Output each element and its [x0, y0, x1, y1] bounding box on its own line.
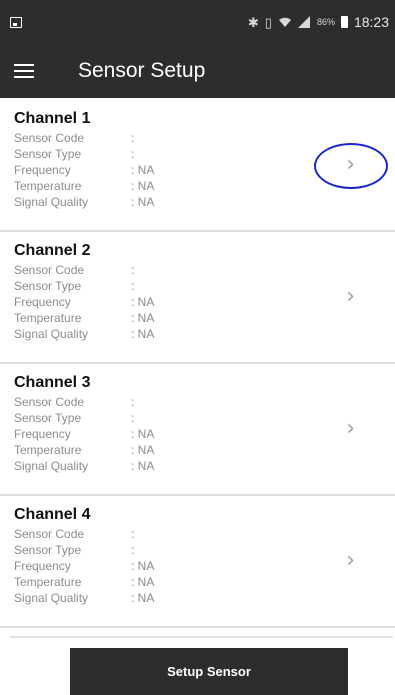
field-value: : NA [131, 559, 155, 573]
channel-title: Channel 4 [14, 506, 91, 523]
field-value: : NA [131, 163, 155, 177]
field-value: : [131, 543, 135, 557]
status-icons: ✱ ▯ 86% 18:23 [248, 14, 389, 30]
field-label: Frequency [14, 163, 71, 177]
signal-quality-row: Signal Quality : NA [14, 194, 395, 210]
field-label: Frequency [14, 559, 71, 573]
field-label: Temperature [14, 575, 82, 589]
channel-item-4[interactable]: Channel 4 Sensor Code: Sensor Type: Freq… [0, 496, 395, 628]
field-value: : NA [131, 179, 155, 193]
signal-quality-row: Signal Quality : NA [14, 590, 395, 606]
battery-percent: 86% [316, 17, 335, 27]
field-value: : NA [131, 591, 155, 605]
list-divider [10, 636, 393, 638]
channel-item-1[interactable]: Channel 1 Sensor Code: Sensor Type: Freq… [0, 100, 395, 232]
temperature-row: Temperature : NA [14, 574, 395, 590]
sensor-code-row: Sensor Code: [14, 262, 395, 278]
sensor-type-row: Sensor Type: [14, 278, 395, 294]
app-toolbar: Sensor Setup [0, 44, 395, 98]
sensor-code-row: Sensor Code: [14, 526, 395, 542]
field-value: : NA [131, 575, 155, 589]
field-value: : NA [131, 311, 155, 325]
field-label: Frequency [14, 295, 71, 309]
field-label: Signal Quality [14, 459, 89, 473]
channel-title: Channel 3 [14, 374, 91, 391]
field-label: Signal Quality [14, 327, 89, 341]
status-time: 18:23 [353, 14, 389, 30]
field-label: Temperature [14, 311, 82, 325]
channel-title: Channel 2 [14, 242, 91, 259]
channel-item-2[interactable]: Channel 2 Sensor Code: Sensor Type: Freq… [0, 232, 395, 364]
field-label: Sensor Type [14, 279, 82, 293]
field-label: Sensor Type [14, 411, 82, 425]
field-value: : NA [131, 459, 155, 473]
field-value: : NA [131, 443, 155, 457]
vibrate-icon: ▯ [264, 14, 272, 30]
chevron-right-icon[interactable]: › [346, 284, 355, 309]
chevron-right-icon[interactable]: › [346, 548, 355, 573]
hamburger-menu-icon[interactable] [14, 64, 34, 78]
page-title: Sensor Setup [78, 59, 206, 82]
temperature-row: Temperature : NA [14, 442, 395, 458]
field-value: : [131, 263, 135, 277]
field-value: : NA [131, 195, 155, 209]
wifi-icon [278, 17, 291, 27]
channel-item-3[interactable]: Channel 3 Sensor Code: Sensor Type: Freq… [0, 364, 395, 496]
field-label: Signal Quality [14, 591, 89, 605]
field-label: Sensor Type [14, 147, 82, 161]
field-label: Sensor Code [14, 263, 85, 277]
field-label: Sensor Type [14, 543, 82, 557]
field-value: : [131, 395, 135, 409]
sensor-type-row: Sensor Type: [14, 410, 395, 426]
status-bar: ✱ ▯ 86% 18:23 [0, 0, 395, 44]
bluetooth-icon: ✱ [247, 14, 259, 30]
sensor-type-row: Sensor Type: [14, 146, 395, 162]
channel-title: Channel 1 [14, 110, 91, 127]
battery-icon [340, 16, 348, 28]
frequency-row: Frequency : NA [14, 558, 395, 574]
field-label: Temperature [14, 179, 82, 193]
field-value: : NA [131, 295, 155, 309]
field-value: : NA [131, 327, 155, 341]
field-label: Sensor Code [14, 131, 85, 145]
field-label: Signal Quality [14, 195, 89, 209]
setup-sensor-button[interactable]: Setup Sensor [70, 648, 348, 695]
field-label: Sensor Code [14, 527, 85, 541]
sensor-type-row: Sensor Type: [14, 542, 395, 558]
frequency-row: Frequency : NA [14, 162, 395, 178]
temperature-row: Temperature : NA [14, 310, 395, 326]
sensor-code-row: Sensor Code: [14, 394, 395, 410]
field-value: : [131, 279, 135, 293]
frequency-row: Frequency : NA [14, 294, 395, 310]
field-value: : [131, 131, 135, 145]
sensor-code-row: Sensor Code: [14, 130, 395, 146]
field-value: : NA [131, 427, 155, 441]
chevron-right-icon[interactable]: › [346, 152, 355, 177]
field-value: : [131, 527, 135, 541]
field-value: : [131, 411, 135, 425]
signal-icon [297, 16, 310, 28]
signal-quality-row: Signal Quality : NA [14, 458, 395, 474]
field-label: Sensor Code [14, 395, 85, 409]
channel-list: Channel 1 Sensor Code: Sensor Type: Freq… [0, 100, 395, 628]
field-label: Temperature [14, 443, 82, 457]
temperature-row: Temperature : NA [14, 178, 395, 194]
frequency-row: Frequency : NA [14, 426, 395, 442]
field-label: Frequency [14, 427, 71, 441]
gallery-icon [10, 16, 22, 28]
field-value: : [131, 147, 135, 161]
signal-quality-row: Signal Quality : NA [14, 326, 395, 342]
chevron-right-icon[interactable]: › [346, 416, 355, 441]
